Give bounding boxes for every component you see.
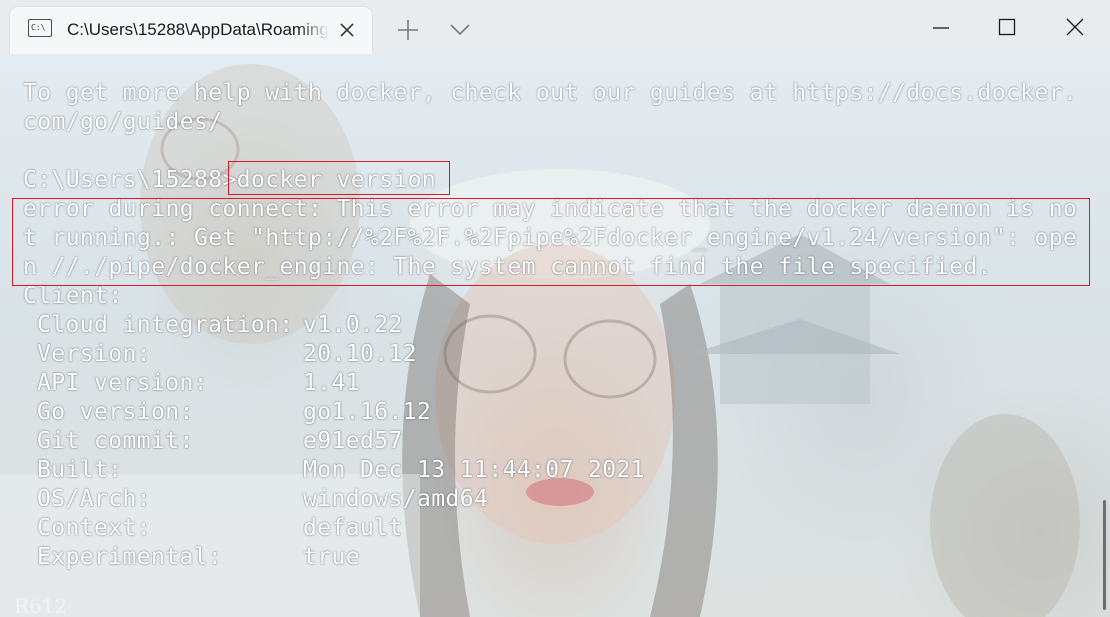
maximize-button[interactable]	[976, 0, 1038, 54]
title-bar[interactable]: C:\ C:\Users\15288\AppData\Roaming	[0, 0, 1110, 54]
client-value: windows/amd64	[303, 486, 489, 512]
client-value: Mon Dec 13 11:44:07 2021	[303, 457, 645, 483]
client-key: Version:	[37, 341, 151, 367]
client-row: Experimental: true	[23, 543, 1077, 572]
client-value: e91ed57	[303, 428, 403, 454]
command-highlight-box	[228, 161, 450, 195]
new-tab-plus-icon[interactable]	[394, 16, 422, 44]
client-key: OS/Arch:	[37, 486, 151, 512]
minimize-icon	[933, 27, 949, 29]
tab-title: C:\Users\15288\AppData\Roaming	[67, 20, 329, 39]
command-line: C:\Users\15288>docker version	[23, 166, 1077, 195]
client-row: Version: 20.10.12	[23, 340, 1077, 369]
client-value: go1.16.12	[303, 399, 432, 425]
client-key: Built:	[37, 457, 123, 483]
client-row: OS/Arch: windows/amd64	[23, 485, 1077, 514]
client-row: Cloud integration: v1.0.22	[23, 311, 1077, 340]
client-key: Git commit:	[37, 428, 194, 454]
close-window-button[interactable]	[1044, 0, 1106, 54]
scrollbar[interactable]	[1103, 500, 1106, 610]
client-row: Context: default	[23, 514, 1077, 543]
client-row: Git commit: e91ed57	[23, 427, 1077, 456]
client-key: Experimental:	[37, 544, 223, 570]
client-value: 1.41	[303, 370, 360, 396]
close-icon	[1066, 18, 1084, 36]
tab-dropdown-chevron-down-icon[interactable]	[446, 18, 474, 42]
client-key: Context:	[37, 515, 151, 541]
photo-watermark: R612	[14, 594, 68, 617]
terminal-window: C:\ C:\Users\15288\AppData\Roaming To ge…	[0, 0, 1110, 617]
minimize-button[interactable]	[910, 0, 972, 54]
error-highlight-box	[12, 198, 1090, 286]
maximize-icon	[998, 18, 1016, 36]
client-key: Cloud integration:	[37, 312, 294, 338]
client-row: Go version: go1.16.12	[23, 398, 1077, 427]
help-line: To get more help with docker, check out …	[23, 80, 1078, 106]
tab-active[interactable]: C:\ C:\Users\15288\AppData\Roaming	[10, 7, 372, 54]
client-value: true	[303, 544, 360, 570]
client-value: default	[303, 515, 403, 541]
client-row: Built: Mon Dec 13 11:44:07 2021	[23, 456, 1077, 485]
client-value: 20.10.12	[303, 341, 417, 367]
client-row: API version: 1.41	[23, 369, 1077, 398]
client-value: v1.0.22	[303, 312, 403, 338]
tab-close-icon[interactable]	[335, 18, 359, 42]
terminal-output-area[interactable]: To get more help with docker, check out …	[0, 54, 1110, 617]
help-line: com/go/guides/	[23, 109, 223, 135]
client-key: Go version:	[37, 399, 194, 425]
client-key: API version:	[37, 370, 208, 396]
terminal-icon: C:\	[28, 19, 52, 37]
client-header: Client:	[23, 283, 123, 309]
prompt: C:\Users\15288>	[23, 167, 237, 193]
terminal-text: To get more help with docker, check out …	[23, 79, 1077, 572]
